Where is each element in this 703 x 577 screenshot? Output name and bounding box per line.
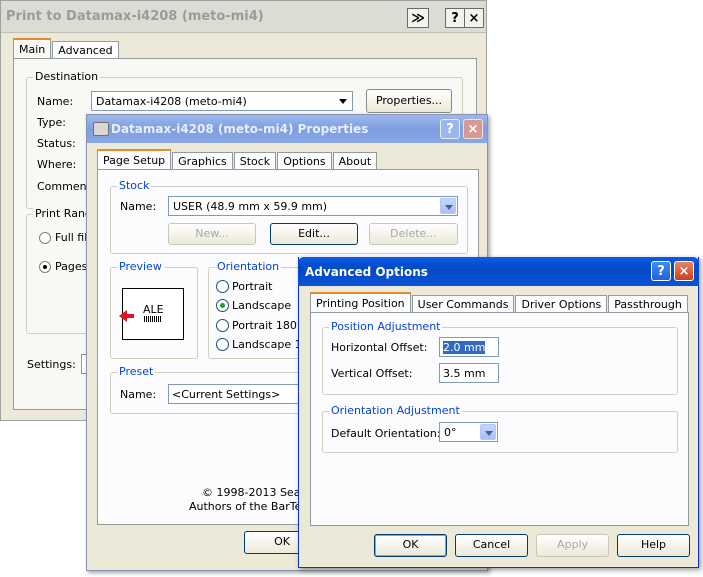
advanced-options-titlebar[interactable]: Advanced Options ? × (298, 257, 699, 286)
advanced-options-title: Advanced Options (305, 265, 428, 279)
name-label: Name: (37, 95, 74, 108)
tab-options[interactable]: Options (277, 152, 332, 170)
preset-label: Preset (117, 365, 156, 378)
apply-button[interactable]: Apply (536, 534, 609, 557)
landscape-label: Landscape (232, 299, 292, 312)
label-preview: ALE (119, 288, 184, 340)
destination-label: Destination (33, 70, 101, 83)
edit-stock-button[interactable]: Edit... (270, 223, 358, 245)
default-orientation-label: Default Orientation: (331, 427, 441, 440)
whats-this-icon[interactable]: ≫ (407, 8, 429, 28)
default-orientation-select[interactable]: 0° (439, 422, 498, 442)
portrait-180-label: Portrait 180° (232, 319, 303, 332)
advanced-options-dialog: Advanced Options ? × Printing Position U… (298, 257, 699, 568)
landscape-radio[interactable] (216, 299, 229, 312)
tab-page-setup[interactable]: Page Setup (97, 149, 172, 170)
properties-dialog-title: Datamax-i4208 (meto-mi4) Properties (111, 122, 369, 136)
chevron-down-icon (440, 198, 456, 214)
help-icon[interactable]: ? (651, 261, 671, 281)
properties-button[interactable]: Properties... (366, 89, 452, 113)
printer-name-select[interactable]: Datamax-i4208 (meto-mi4) (91, 91, 353, 111)
settings-label: Settings: (27, 358, 76, 371)
ok-button[interactable]: OK (374, 534, 447, 557)
tab-graphics[interactable]: Graphics (172, 152, 233, 170)
help-icon[interactable]: ? (445, 8, 465, 28)
status-label: Status: (37, 137, 76, 150)
landscape-180-radio[interactable] (216, 338, 229, 351)
tab-about[interactable]: About (332, 152, 378, 170)
chevron-down-icon (480, 424, 496, 440)
preset-name-label: Name: (120, 388, 157, 401)
chevron-down-icon (335, 93, 351, 109)
tab-stock[interactable]: Stock (233, 152, 277, 170)
horizontal-offset-field[interactable]: 2.0 mm (439, 337, 499, 357)
properties-dialog-titlebar[interactable]: Datamax-i4208 (meto-mi4) Properties ? × (87, 115, 487, 143)
new-stock-button[interactable]: New... (168, 223, 256, 245)
vertical-offset-label: Vertical Offset: (331, 367, 413, 380)
portrait-label: Portrait (232, 280, 273, 293)
preview-label: Preview (117, 260, 164, 273)
tab-user-commands[interactable]: User Commands (411, 295, 515, 313)
where-label: Where: (37, 158, 77, 171)
horizontal-offset-label: Horizontal Offset: (331, 341, 428, 354)
help-icon[interactable]: ? (440, 119, 460, 139)
position-adjustment-label: Position Adjustment (329, 320, 443, 333)
barcode-icon (144, 316, 162, 322)
type-label: Type: (37, 116, 66, 129)
tab-driver-options[interactable]: Driver Options (515, 295, 608, 313)
full-file-radio[interactable] (39, 232, 51, 244)
copyright-line-2: Authors of the BarTend (189, 500, 316, 513)
print-dialog-titlebar[interactable]: Print to Datamax-i4208 (meto-mi4) ≫ ? × (1, 1, 486, 33)
delete-stock-button[interactable]: Delete... (369, 223, 458, 245)
portrait-180-radio[interactable] (216, 319, 229, 332)
stock-name-select[interactable]: USER (48.9 mm x 59.9 mm) (168, 196, 458, 216)
help-button[interactable]: Help (617, 534, 690, 557)
cancel-button[interactable]: Cancel (455, 534, 528, 557)
printing-position-panel: Position Adjustment Horizontal Offset: 2… (310, 312, 689, 526)
tab-main[interactable]: Main (13, 38, 52, 59)
close-icon[interactable]: × (464, 8, 484, 28)
stock-name-label: Name: (120, 200, 157, 213)
portrait-radio[interactable] (216, 280, 229, 293)
printer-icon (93, 122, 109, 136)
tab-advanced[interactable]: Advanced (52, 41, 119, 59)
tab-printing-position[interactable]: Printing Position (310, 292, 411, 313)
close-icon[interactable]: × (463, 119, 483, 139)
tab-passthrough[interactable]: Passthrough (608, 295, 688, 313)
preset-name-field[interactable]: <Current Settings> (168, 384, 318, 404)
vertical-offset-field[interactable]: 3.5 mm (439, 363, 499, 383)
stock-label: Stock (117, 179, 152, 192)
preview-text: ALE (143, 303, 164, 316)
position-adjustment-group: Position Adjustment (322, 320, 678, 395)
orientation-label: Orientation (215, 260, 282, 273)
pages-radio[interactable] (39, 261, 51, 273)
print-dialog-title: Print to Datamax-i4208 (meto-mi4) (6, 9, 264, 24)
orientation-adjustment-label: Orientation Adjustment (329, 404, 462, 417)
close-icon[interactable]: × (674, 261, 694, 281)
